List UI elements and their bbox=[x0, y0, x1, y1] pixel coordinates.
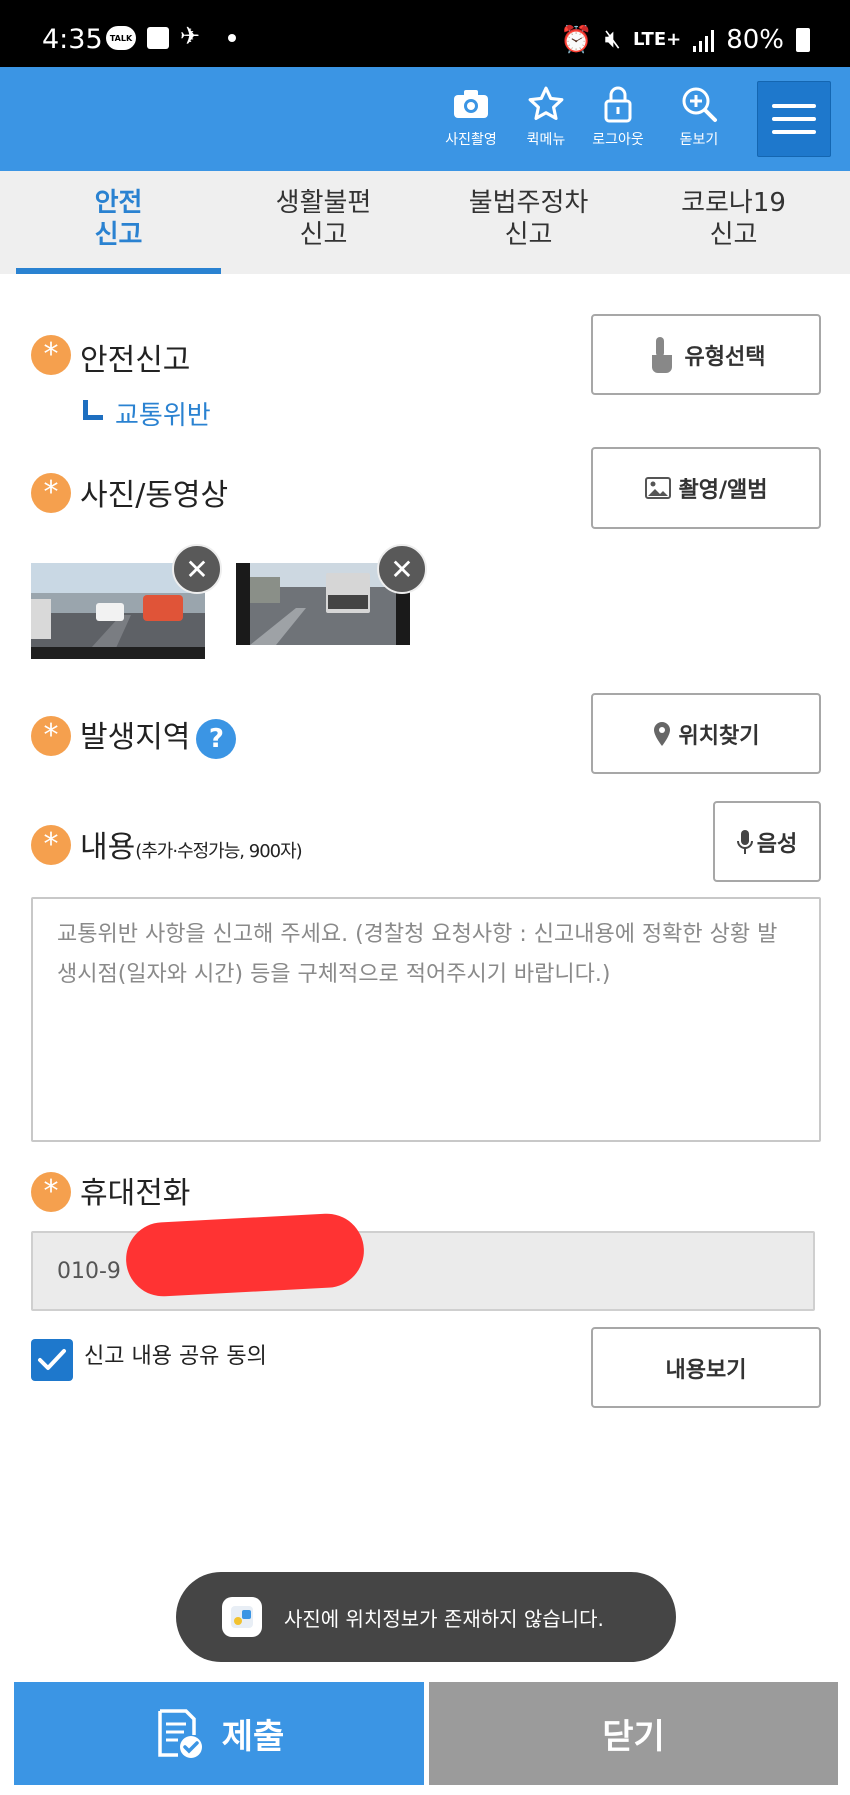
content-label: 내용(추가·수정가능, 900자) bbox=[80, 830, 303, 865]
dot-icon bbox=[228, 34, 236, 42]
microphone-icon bbox=[736, 829, 753, 854]
checkmark-icon bbox=[38, 1349, 66, 1370]
required-mark: * bbox=[31, 473, 71, 513]
phone-label: 휴대전화 bbox=[80, 1176, 191, 1211]
map-pin-icon bbox=[653, 721, 670, 746]
capture-album-button[interactable]: 촬영/앨범 bbox=[591, 447, 821, 529]
signal-icon bbox=[693, 28, 715, 52]
camera-icon bbox=[454, 90, 488, 118]
tab-illegal-parking-report[interactable]: 불법주정차 신고 bbox=[426, 171, 631, 274]
close-icon: ✕ bbox=[185, 552, 209, 586]
share-consent-checkbox[interactable] bbox=[31, 1339, 73, 1381]
required-mark: * bbox=[31, 716, 71, 756]
zoom-label: 돋보기 bbox=[679, 132, 719, 148]
submit-button[interactable]: 제출 bbox=[14, 1682, 424, 1785]
content-placeholder: 교통위반 사항을 신고해 주세요. (경찰청 요청사항 : 신고내용에 정확한 … bbox=[57, 922, 778, 987]
app-icon bbox=[222, 1597, 262, 1637]
app-header: 사진촬영 퀵메뉴 로그아웃 돋보기 bbox=[0, 67, 850, 171]
zoom-button[interactable]: 돋보기 bbox=[662, 81, 736, 149]
status-bar: 4:35 TALK ✈ ⏰ 🔇︎ LTE+ 80% bbox=[0, 0, 850, 67]
share-consent-label[interactable]: 신고 내용 공유 동의 bbox=[84, 1338, 267, 1370]
lock-icon bbox=[604, 86, 632, 123]
content-label-note: (추가·수정가능, 900자) bbox=[135, 841, 302, 862]
camera-label: 사진촬영 bbox=[445, 132, 497, 148]
toast-message: 사진에 위치정보가 존재하지 않습니다. bbox=[284, 1606, 604, 1631]
alarm-icon: ⏰ bbox=[560, 24, 593, 55]
subtype-corner-icon bbox=[83, 399, 103, 420]
image-icon bbox=[644, 477, 671, 499]
remove-media-button[interactable]: ✕ bbox=[377, 544, 427, 594]
media-label: 사진/동영상 bbox=[80, 478, 229, 513]
kakaotalk-icon: TALK bbox=[106, 26, 136, 50]
hamburger-menu-icon bbox=[772, 104, 816, 108]
mute-icon: 🔇︎ bbox=[604, 24, 622, 54]
tab-safety-report[interactable]: 안전 신고 bbox=[16, 171, 221, 274]
battery-icon bbox=[796, 27, 810, 52]
camera-button[interactable]: 사진촬영 bbox=[434, 81, 508, 149]
required-mark: * bbox=[31, 335, 71, 375]
report-type-label: 안전신고 bbox=[80, 343, 191, 378]
required-mark: * bbox=[31, 1172, 71, 1212]
gallery-icon bbox=[147, 27, 169, 49]
close-icon: ✕ bbox=[390, 552, 414, 586]
battery-percent: 80% bbox=[726, 24, 784, 55]
star-icon bbox=[528, 86, 564, 120]
tab-living-inconvenience-report[interactable]: 생활불편 신고 bbox=[221, 171, 426, 274]
voice-input-button[interactable]: 음성 bbox=[713, 801, 821, 882]
location-label: 발생지역? bbox=[80, 712, 237, 759]
remove-media-button[interactable]: ✕ bbox=[172, 544, 222, 594]
help-icon[interactable]: ? bbox=[196, 718, 237, 759]
quick-menu-label: 퀵메뉴 bbox=[526, 132, 566, 148]
status-time: 4:35 bbox=[42, 24, 103, 55]
logout-label: 로그아웃 bbox=[592, 132, 644, 148]
find-location-button[interactable]: 위치찾기 bbox=[591, 693, 821, 774]
touch-icon bbox=[651, 336, 672, 373]
selected-subtype: 교통위반 bbox=[83, 395, 211, 432]
active-tab-indicator bbox=[16, 268, 221, 274]
document-check-icon bbox=[157, 1708, 202, 1758]
required-mark: * bbox=[31, 825, 71, 865]
quick-menu-button[interactable]: 퀵메뉴 bbox=[509, 81, 583, 149]
hamburger-menu-button[interactable] bbox=[757, 81, 831, 157]
close-button[interactable]: 닫기 bbox=[429, 1682, 838, 1785]
content-textarea[interactable]: 교통위반 사항을 신고해 주세요. (경찰청 요청사항 : 신고내용에 정확한 … bbox=[31, 897, 821, 1142]
logout-button[interactable]: 로그아웃 bbox=[581, 81, 655, 149]
airline-icon: ✈ bbox=[180, 22, 201, 50]
redaction-mark bbox=[124, 1211, 366, 1299]
report-tabs: 안전 신고 생활불편 신고 불법주정차 신고 코로나19 신고 bbox=[0, 171, 850, 274]
view-content-button[interactable]: 내용보기 bbox=[591, 1327, 821, 1408]
zoom-in-icon bbox=[682, 87, 717, 122]
network-type: LTE+ bbox=[633, 29, 682, 50]
select-type-button[interactable]: 유형선택 bbox=[591, 314, 821, 395]
toast-notification: 사진에 위치정보가 존재하지 않습니다. bbox=[176, 1572, 676, 1662]
tab-covid19-report[interactable]: 코로나19 신고 bbox=[631, 171, 836, 274]
